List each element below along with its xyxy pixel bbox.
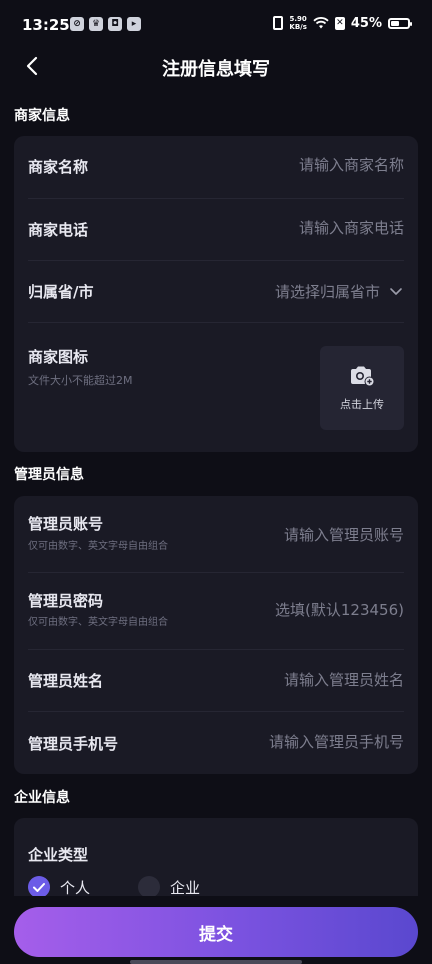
battery-fill bbox=[391, 20, 400, 26]
admin-section-title: 管理员信息 bbox=[14, 467, 84, 483]
merchant-name-label: 商家名称 bbox=[28, 158, 89, 176]
radio-enterprise[interactable]: 企业 bbox=[138, 876, 200, 898]
register-page: 13:25 ⊘ ♛ ◘ ▸ 5.90 KB/s ✕ 45% 注册信息填写 商家信… bbox=[0, 0, 432, 964]
admin-password-input[interactable] bbox=[194, 601, 404, 619]
upload-button[interactable]: 点击上传 bbox=[320, 346, 404, 430]
enterprise-section-title: 企业信息 bbox=[14, 790, 70, 806]
admin-account-label: 管理员账号 bbox=[28, 515, 104, 533]
admin-name-row: 管理员姓名 bbox=[28, 650, 404, 712]
weibo-icon: ⊘ bbox=[70, 17, 84, 31]
radio-empty-icon bbox=[138, 876, 160, 898]
page-title: 注册信息填写 bbox=[162, 59, 270, 80]
vibrate-icon bbox=[273, 16, 284, 30]
crown-icon: ♛ bbox=[89, 17, 103, 31]
upload-label: 点击上传 bbox=[340, 398, 384, 411]
admin-mobile-label: 管理员手机号 bbox=[28, 735, 119, 753]
radio-personal[interactable]: 个人 bbox=[28, 876, 90, 898]
merchant-name-row: 商家名称 bbox=[28, 136, 404, 198]
admin-mobile-input[interactable] bbox=[194, 733, 404, 751]
merchant-phone-row: 商家电话 bbox=[28, 199, 404, 261]
status-time: 13:25 bbox=[22, 16, 70, 34]
merchant-name-input[interactable] bbox=[194, 156, 404, 174]
player-icon: ▸ bbox=[127, 17, 141, 31]
status-indicators: 5.90 KB/s ✕ 45% bbox=[273, 15, 412, 31]
merchant-card: 商家名称 商家电话 归属省/市 请选择归属省市 商家图标 文件大小不能超过2M bbox=[14, 136, 418, 452]
admin-name-label: 管理员姓名 bbox=[28, 672, 104, 690]
admin-mobile-row: 管理员手机号 bbox=[28, 712, 404, 774]
sim-icon: ✕ bbox=[334, 16, 345, 30]
radio-enterprise-label: 企业 bbox=[170, 878, 201, 897]
admin-account-hint: 仅可由数字、英文字母自由组合 bbox=[28, 541, 168, 552]
merchant-logo-hint: 文件大小不能超过2M bbox=[28, 374, 133, 387]
network-speed: 5.90 KB/s bbox=[289, 15, 306, 31]
app-icon: ◘ bbox=[108, 17, 122, 31]
radio-personal-label: 个人 bbox=[60, 878, 91, 897]
header: 注册信息填写 bbox=[0, 46, 432, 86]
home-indicator bbox=[130, 960, 302, 964]
merchant-logo-row: 商家图标 文件大小不能超过2M 点击上传 bbox=[28, 323, 404, 452]
status-app-icons: ⊘ ♛ ◘ ▸ bbox=[70, 17, 141, 31]
merchant-region-placeholder: 请选择归属省市 bbox=[274, 283, 380, 301]
admin-password-label: 管理员密码 bbox=[28, 592, 104, 610]
merchant-region-select[interactable]: 归属省/市 请选择归属省市 bbox=[28, 261, 404, 323]
admin-account-row: 管理员账号 仅可由数字、英文字母自由组合 bbox=[28, 496, 404, 572]
battery-icon bbox=[388, 17, 412, 29]
admin-name-input[interactable] bbox=[194, 671, 404, 689]
check-icon bbox=[28, 876, 50, 898]
merchant-section-title: 商家信息 bbox=[14, 108, 70, 124]
enterprise-type-label: 企业类型 bbox=[28, 846, 89, 864]
network-speed-value: 5.90 bbox=[289, 15, 307, 23]
admin-password-row: 管理员密码 仅可由数字、英文字母自由组合 bbox=[28, 573, 404, 649]
merchant-region-label: 归属省/市 bbox=[28, 283, 94, 301]
network-speed-unit: KB/s bbox=[289, 23, 307, 31]
status-bar: 13:25 ⊘ ♛ ◘ ▸ 5.90 KB/s ✕ 45% bbox=[0, 0, 432, 52]
admin-password-hint: 仅可由数字、英文字母自由组合 bbox=[28, 617, 168, 628]
admin-card: 管理员账号 仅可由数字、英文字母自由组合 管理员密码 仅可由数字、英文字母自由组… bbox=[14, 496, 418, 774]
merchant-phone-label: 商家电话 bbox=[28, 221, 89, 239]
chevron-down-icon bbox=[390, 288, 402, 295]
merchant-phone-input[interactable] bbox=[194, 219, 404, 237]
camera-add-icon bbox=[351, 366, 375, 387]
wifi-icon bbox=[313, 17, 329, 29]
admin-account-input[interactable] bbox=[194, 526, 404, 544]
battery-percent: 45% bbox=[350, 15, 382, 31]
merchant-logo-label: 商家图标 bbox=[28, 348, 89, 366]
submit-button[interactable]: 提交 bbox=[14, 907, 418, 957]
submit-bar: 提交 bbox=[0, 896, 432, 964]
